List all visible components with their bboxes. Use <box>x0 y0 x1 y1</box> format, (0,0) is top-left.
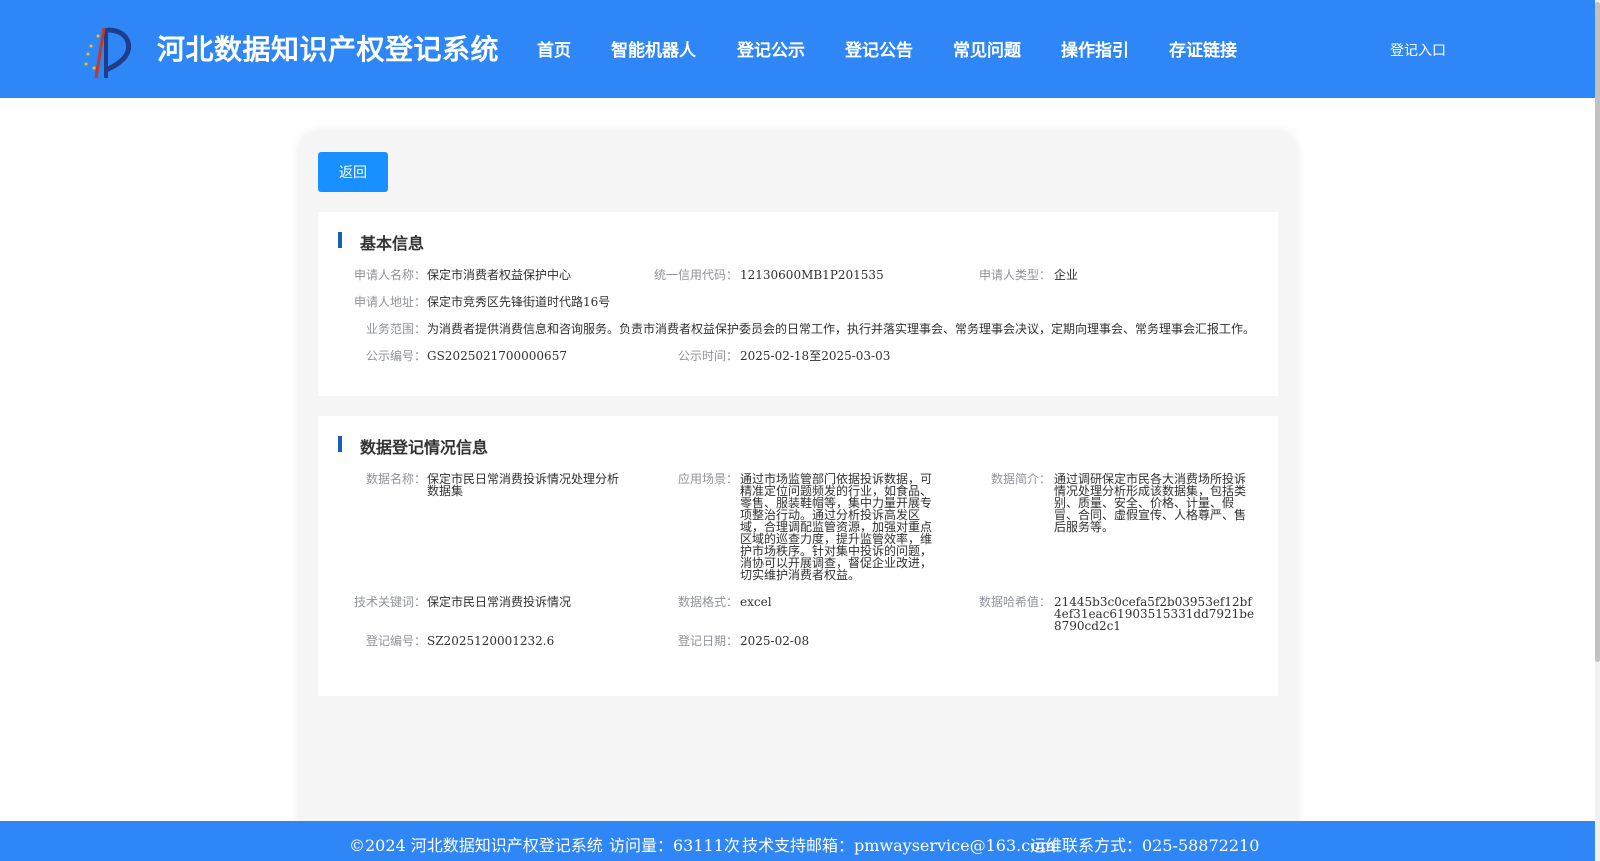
address-label: 申请人地址： <box>353 295 426 309</box>
intro-label: 数据简介： <box>990 472 1051 486</box>
data-registration-card: 数据登记情况信息 数据名称： 保定市民日常消费投诉情况处理分析数据集 应用场景：… <box>318 416 1278 696</box>
hash-label: 数据哈希值： <box>978 595 1051 609</box>
scrollbar-thumb[interactable] <box>1595 2 1600 662</box>
nav-faq[interactable]: 常见问题 <box>953 36 1021 61</box>
address-value: 保定市竞秀区先锋街道时代路16号 <box>427 295 611 309</box>
nav-guide[interactable]: 操作指引 <box>1061 36 1129 61</box>
reg-date-label: 登记日期： <box>677 634 738 648</box>
nav-registration-announcement[interactable]: 登记公告 <box>845 36 913 61</box>
scope-label: 业务范围： <box>365 322 426 336</box>
data-name-label: 数据名称： <box>365 472 426 486</box>
format-label: 数据格式： <box>677 595 738 609</box>
site-title: 河北数据知识产权登记系统 <box>157 33 500 66</box>
credit-code-label: 统一信用代码： <box>653 268 738 282</box>
applicant-type-label: 申请人类型： <box>978 268 1051 282</box>
footer: ©2024 河北数据知识产权登记系统 访问量：63111次 技术支持邮箱：pmw… <box>0 821 1595 861</box>
nav-registration-publicity[interactable]: 登记公示 <box>737 36 805 61</box>
nav-home[interactable]: 首页 <box>537 36 571 61</box>
scene-label: 应用场景： <box>677 472 738 486</box>
notice-time-label: 公示时间： <box>677 349 738 363</box>
notice-no-value: GS2025021700000657 <box>427 349 567 363</box>
footer-copyright: ©2024 河北数据知识产权登记系统 <box>349 836 603 855</box>
section-marker <box>338 436 342 452</box>
nav-robot[interactable]: 智能机器人 <box>611 36 696 61</box>
keywords-label: 技术关键词： <box>353 595 426 609</box>
back-button[interactable]: 返回 <box>318 152 388 192</box>
basic-info-card: 基本信息 申请人名称： 保定市消费者权益保护中心 统一信用代码： 1213060… <box>318 212 1278 396</box>
footer-email: 技术支持邮箱：pmwayservice@163.com <box>742 836 1055 855</box>
section-marker <box>338 232 342 248</box>
credit-code-value: 12130600MB1P201535 <box>740 268 884 282</box>
notice-no-label: 公示编号： <box>365 349 426 363</box>
intro-value: 通过调研保定市民各大消费场所投诉情况处理分析形成该数据集，包括类别、质量、安全、… <box>1054 472 1247 534</box>
format-value: excel <box>740 595 772 609</box>
footer-contact: 运维联系方式：025-58872210 <box>1030 836 1260 855</box>
footer-visits: 访问量：63111次 <box>609 836 740 855</box>
hash-value: 21445b3c0cefa5f2b03953ef12bf4ef31eac6190… <box>1054 595 1255 633</box>
data-name-value: 保定市民日常消费投诉情况处理分析数据集 <box>427 472 620 498</box>
scene-value: 通过市场监管部门依据投诉数据，可精准定位问题频发的行业，如食品、零售、服装鞋帽等… <box>740 472 933 582</box>
section-title-basic: 基本信息 <box>360 234 425 253</box>
header: 河北数据知识产权登记系统 首页 智能机器人 登记公示 登记公告 常见问题 操作指… <box>0 0 1595 98</box>
keywords-value: 保定市民日常消费投诉情况 <box>427 595 572 609</box>
applicant-name-label: 申请人名称： <box>353 268 426 282</box>
applicant-type-value: 企业 <box>1054 268 1079 282</box>
reg-date-value: 2025-02-08 <box>740 634 810 648</box>
notice-time-value: 2025-02-18至2025-03-03 <box>740 349 891 363</box>
reg-no-value: SZ2025120001232.6 <box>427 634 555 648</box>
applicant-name-value: 保定市消费者权益保护中心 <box>427 268 572 282</box>
nav-evidence-link[interactable]: 存证链接 <box>1169 36 1237 61</box>
login-link[interactable]: 登记入口 <box>1390 40 1446 60</box>
logo-icon <box>84 27 132 79</box>
scope-value: 为消费者提供消费信息和咨询服务。负责市消费者权益保护委员会的日常工作，执行并落实… <box>427 322 1256 336</box>
section-title-data: 数据登记情况信息 <box>360 438 489 457</box>
reg-no-label: 登记编号： <box>365 634 426 648</box>
